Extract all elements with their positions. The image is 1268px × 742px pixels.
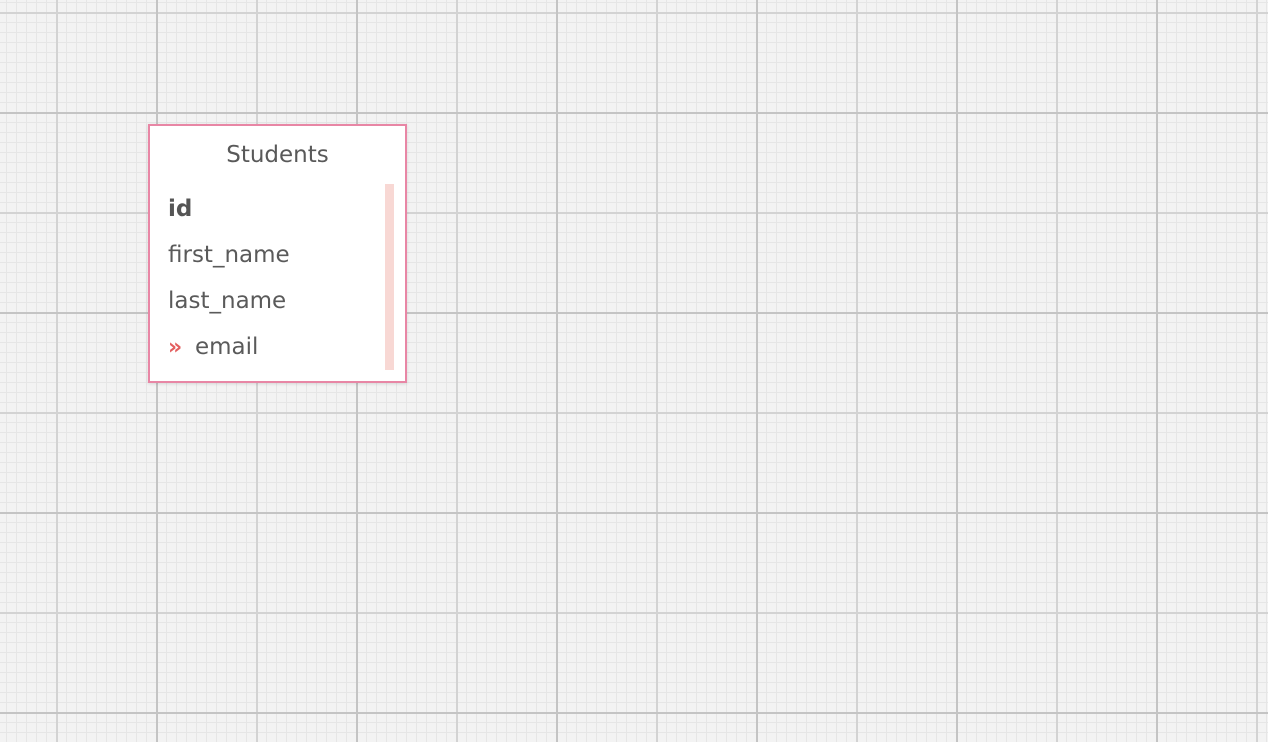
students-table[interactable]: Students id first_name last_name » email — [148, 124, 407, 383]
field-first-name-label: first_name — [168, 242, 290, 268]
students-table-title: Students — [226, 142, 329, 168]
table-scrollbar[interactable] — [385, 184, 394, 370]
field-last-name[interactable]: last_name — [168, 278, 378, 324]
field-last-name-label: last_name — [168, 288, 287, 314]
field-id[interactable]: id — [168, 186, 378, 232]
field-id-label: id — [168, 196, 193, 222]
field-email-label: email — [195, 334, 259, 360]
field-first-name[interactable]: first_name — [168, 232, 378, 278]
double-chevron-icon: » — [168, 335, 183, 360]
diagram-canvas[interactable]: Students id first_name last_name » email — [0, 0, 1268, 742]
field-email[interactable]: » email — [168, 324, 378, 370]
students-field-list: id first_name last_name » email — [168, 186, 378, 370]
